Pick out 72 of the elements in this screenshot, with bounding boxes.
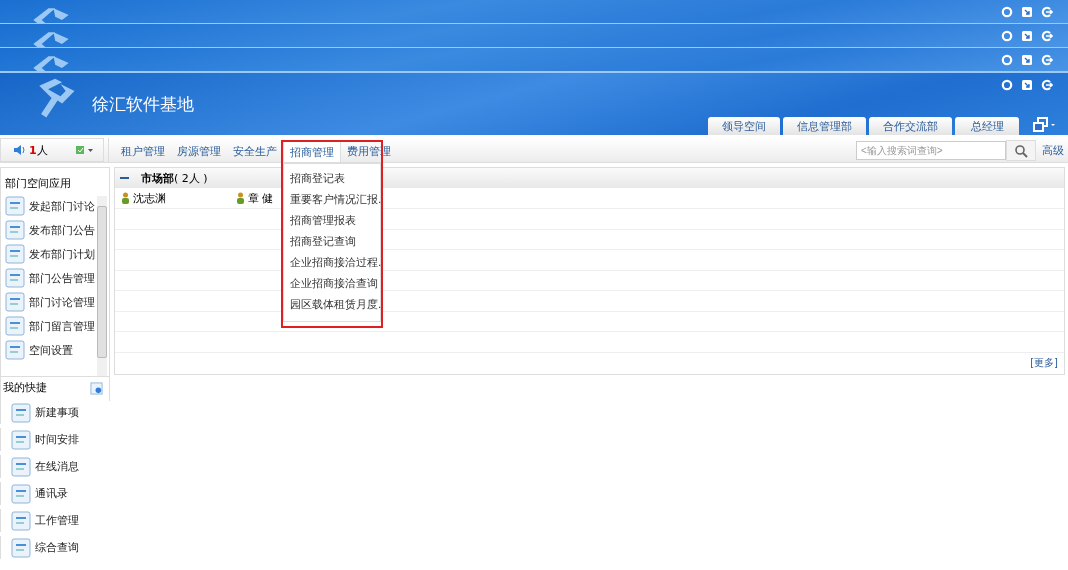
menu-tab[interactable]: 安全生产: [227, 141, 283, 162]
search-button[interactable]: [1006, 140, 1036, 161]
sidebar-item[interactable]: 发布部门公告: [5, 219, 109, 241]
site-title: 徐汇软件基地: [92, 93, 194, 116]
download-icon: [1021, 30, 1033, 42]
speaker-icon[interactable]: [13, 144, 27, 156]
download-icon: [1021, 79, 1033, 91]
search-icon: [1014, 143, 1028, 158]
shortcut-item[interactable]: 通讯录: [0, 482, 110, 505]
refresh-icon: [1001, 79, 1013, 91]
member-name[interactable]: 章 健: [236, 190, 274, 206]
download-icon: [1021, 54, 1033, 66]
section-title: 我的快捷: [3, 381, 47, 395]
more-link[interactable]: [更多]: [1030, 356, 1058, 371]
document-icon: [5, 244, 25, 264]
space-tab[interactable]: 总经理: [955, 117, 1019, 135]
menu-item[interactable]: 园区载体租赁月度.: [284, 294, 380, 315]
menu-item[interactable]: 招商登记查询: [284, 231, 380, 252]
space-tab[interactable]: 领导空间: [708, 117, 780, 135]
refresh-icon: [1001, 6, 1013, 18]
shortcut-item[interactable]: 综合查询: [0, 536, 110, 559]
person-icon: [236, 192, 245, 204]
document-icon: [11, 402, 31, 423]
space-tab[interactable]: 信息管理部: [783, 117, 866, 135]
menu-item[interactable]: 招商登记表: [284, 168, 380, 189]
menu-item[interactable]: 重要客户情况汇报.: [284, 189, 380, 210]
online-count[interactable]: 1人: [29, 142, 48, 158]
document-icon: [5, 268, 25, 288]
refresh-icon: [1001, 54, 1013, 66]
section-title: 部门空间应用: [4, 176, 72, 192]
status-icon[interactable]: [75, 145, 95, 155]
document-icon: [11, 483, 31, 504]
sidebar-item[interactable]: 发起部门讨论: [5, 195, 109, 217]
group-title: 市场部( 2人 ): [141, 170, 208, 186]
document-icon: [11, 456, 31, 477]
member-name[interactable]: 沈志渊: [121, 190, 166, 206]
shortcut-item[interactable]: 在线消息: [0, 455, 110, 478]
shortcut-item[interactable]: 工作管理: [0, 509, 110, 532]
logout-icon: [1041, 6, 1053, 18]
menu-tab[interactable]: 招商管理: [283, 141, 341, 162]
scrollbar[interactable]: [97, 196, 107, 376]
windows-icon[interactable]: [1032, 117, 1056, 133]
menu-item[interactable]: 招商管理报表: [284, 210, 380, 231]
person-icon: [121, 192, 130, 204]
sidebar-item[interactable]: 部门公告管理: [5, 267, 109, 289]
menu-item[interactable]: 企业招商接洽查询: [284, 273, 380, 294]
sidebar-item[interactable]: 部门讨论管理: [5, 291, 109, 313]
advanced-link[interactable]: 高级: [1042, 143, 1064, 158]
document-icon: [5, 316, 25, 336]
document-icon: [11, 429, 31, 450]
document-icon: [11, 510, 31, 531]
menu-item[interactable]: 企业招商接洽过程.: [284, 252, 380, 273]
sidebar-item[interactable]: 部门留言管理: [5, 315, 109, 337]
logout-icon: [1041, 30, 1053, 42]
sidebar-item[interactable]: 发布部门计划: [5, 243, 109, 265]
search-field[interactable]: <输入搜索词查询>: [856, 141, 1006, 160]
document-icon: [5, 340, 25, 360]
space-tab[interactable]: 合作交流部: [869, 117, 952, 135]
document-icon: [5, 292, 25, 312]
document-icon: [5, 196, 25, 216]
menu-tab[interactable]: 租户管理: [115, 141, 171, 162]
shortcut-item[interactable]: 新建事项: [0, 401, 110, 424]
menu-tab[interactable]: 房源管理: [171, 141, 227, 162]
logout-icon: [1041, 79, 1053, 91]
sidebar-item[interactable]: 空间设置: [5, 339, 109, 361]
refresh-icon: [1001, 30, 1013, 42]
shortcut-item[interactable]: 时间安排: [0, 428, 110, 451]
document-icon: [5, 220, 25, 240]
download-icon: [1021, 6, 1033, 18]
settings-icon[interactable]: [90, 381, 103, 395]
document-icon: [11, 537, 31, 558]
logout-icon: [1041, 54, 1053, 66]
